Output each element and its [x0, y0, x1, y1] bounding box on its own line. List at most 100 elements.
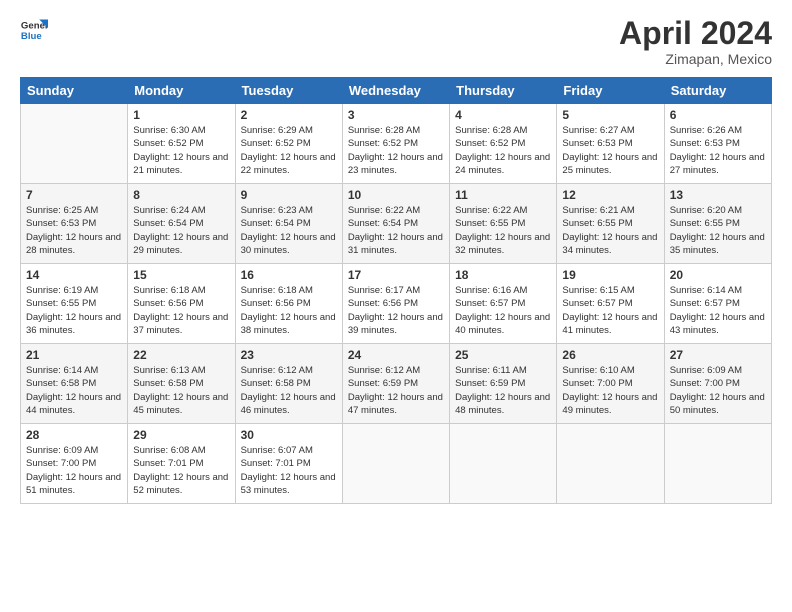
day-number: 14 [26, 268, 122, 282]
col-wednesday: Wednesday [342, 78, 449, 104]
day-number: 4 [455, 108, 551, 122]
day-daylight: Daylight: 12 hours and 46 minutes. [241, 392, 336, 416]
calendar-week-row: 1 Sunrise: 6:30 AM Sunset: 6:52 PM Dayli… [21, 104, 772, 184]
table-row: 1 Sunrise: 6:30 AM Sunset: 6:52 PM Dayli… [128, 104, 235, 184]
day-sunrise: Sunrise: 6:07 AM [241, 445, 313, 456]
day-number: 3 [348, 108, 444, 122]
day-sunrise: Sunrise: 6:18 AM [241, 285, 313, 296]
location: Zimapan, Mexico [619, 51, 772, 67]
day-daylight: Daylight: 12 hours and 50 minutes. [670, 392, 765, 416]
table-row: 12 Sunrise: 6:21 AM Sunset: 6:55 PM Dayl… [557, 184, 664, 264]
table-row: 9 Sunrise: 6:23 AM Sunset: 6:54 PM Dayli… [235, 184, 342, 264]
day-sunset: Sunset: 6:52 PM [133, 138, 203, 149]
day-daylight: Daylight: 12 hours and 22 minutes. [241, 152, 336, 176]
day-number: 7 [26, 188, 122, 202]
day-sunrise: Sunrise: 6:19 AM [26, 285, 98, 296]
table-row: 30 Sunrise: 6:07 AM Sunset: 7:01 PM Dayl… [235, 424, 342, 504]
day-daylight: Daylight: 12 hours and 31 minutes. [348, 232, 443, 256]
day-daylight: Daylight: 12 hours and 25 minutes. [562, 152, 657, 176]
table-row: 15 Sunrise: 6:18 AM Sunset: 6:56 PM Dayl… [128, 264, 235, 344]
day-sunrise: Sunrise: 6:28 AM [348, 125, 420, 136]
day-daylight: Daylight: 12 hours and 36 minutes. [26, 312, 121, 336]
logo-icon: General Blue [20, 16, 48, 44]
day-number: 25 [455, 348, 551, 362]
day-daylight: Daylight: 12 hours and 35 minutes. [670, 232, 765, 256]
day-number: 9 [241, 188, 337, 202]
table-row: 18 Sunrise: 6:16 AM Sunset: 6:57 PM Dayl… [450, 264, 557, 344]
day-number: 10 [348, 188, 444, 202]
calendar-header-row: Sunday Monday Tuesday Wednesday Thursday… [21, 78, 772, 104]
day-sunrise: Sunrise: 6:27 AM [562, 125, 634, 136]
day-daylight: Daylight: 12 hours and 47 minutes. [348, 392, 443, 416]
day-sunrise: Sunrise: 6:13 AM [133, 365, 205, 376]
day-sunset: Sunset: 6:59 PM [348, 378, 418, 389]
table-row: 29 Sunrise: 6:08 AM Sunset: 7:01 PM Dayl… [128, 424, 235, 504]
day-daylight: Daylight: 12 hours and 52 minutes. [133, 472, 228, 496]
day-sunset: Sunset: 7:01 PM [241, 458, 311, 469]
svg-text:Blue: Blue [21, 31, 42, 42]
day-sunrise: Sunrise: 6:17 AM [348, 285, 420, 296]
day-sunset: Sunset: 6:57 PM [670, 298, 740, 309]
day-daylight: Daylight: 12 hours and 30 minutes. [241, 232, 336, 256]
day-sunset: Sunset: 6:53 PM [26, 218, 96, 229]
table-row: 25 Sunrise: 6:11 AM Sunset: 6:59 PM Dayl… [450, 344, 557, 424]
day-number: 21 [26, 348, 122, 362]
day-sunrise: Sunrise: 6:20 AM [670, 205, 742, 216]
day-sunrise: Sunrise: 6:24 AM [133, 205, 205, 216]
table-row: 11 Sunrise: 6:22 AM Sunset: 6:55 PM Dayl… [450, 184, 557, 264]
logo: General Blue [20, 16, 48, 44]
day-daylight: Daylight: 12 hours and 28 minutes. [26, 232, 121, 256]
day-sunrise: Sunrise: 6:25 AM [26, 205, 98, 216]
day-sunset: Sunset: 6:58 PM [26, 378, 96, 389]
day-number: 5 [562, 108, 658, 122]
day-sunrise: Sunrise: 6:23 AM [241, 205, 313, 216]
day-number: 20 [670, 268, 766, 282]
day-daylight: Daylight: 12 hours and 51 minutes. [26, 472, 121, 496]
calendar-week-row: 21 Sunrise: 6:14 AM Sunset: 6:58 PM Dayl… [21, 344, 772, 424]
day-sunrise: Sunrise: 6:22 AM [348, 205, 420, 216]
day-sunrise: Sunrise: 6:21 AM [562, 205, 634, 216]
day-sunrise: Sunrise: 6:10 AM [562, 365, 634, 376]
month-year: April 2024 [619, 16, 772, 51]
table-row: 26 Sunrise: 6:10 AM Sunset: 7:00 PM Dayl… [557, 344, 664, 424]
day-daylight: Daylight: 12 hours and 48 minutes. [455, 392, 550, 416]
col-friday: Friday [557, 78, 664, 104]
day-sunset: Sunset: 7:00 PM [670, 378, 740, 389]
day-daylight: Daylight: 12 hours and 39 minutes. [348, 312, 443, 336]
table-row: 23 Sunrise: 6:12 AM Sunset: 6:58 PM Dayl… [235, 344, 342, 424]
day-daylight: Daylight: 12 hours and 23 minutes. [348, 152, 443, 176]
table-row [664, 424, 771, 504]
table-row: 13 Sunrise: 6:20 AM Sunset: 6:55 PM Dayl… [664, 184, 771, 264]
day-number: 13 [670, 188, 766, 202]
day-number: 1 [133, 108, 229, 122]
day-number: 18 [455, 268, 551, 282]
day-sunrise: Sunrise: 6:14 AM [670, 285, 742, 296]
day-number: 8 [133, 188, 229, 202]
day-daylight: Daylight: 12 hours and 24 minutes. [455, 152, 550, 176]
day-sunrise: Sunrise: 6:11 AM [455, 365, 527, 376]
day-sunrise: Sunrise: 6:16 AM [455, 285, 527, 296]
table-row: 20 Sunrise: 6:14 AM Sunset: 6:57 PM Dayl… [664, 264, 771, 344]
day-sunrise: Sunrise: 6:26 AM [670, 125, 742, 136]
day-sunrise: Sunrise: 6:09 AM [670, 365, 742, 376]
day-sunrise: Sunrise: 6:28 AM [455, 125, 527, 136]
day-daylight: Daylight: 12 hours and 41 minutes. [562, 312, 657, 336]
day-sunset: Sunset: 7:00 PM [26, 458, 96, 469]
table-row: 6 Sunrise: 6:26 AM Sunset: 6:53 PM Dayli… [664, 104, 771, 184]
title-block: April 2024 Zimapan, Mexico [619, 16, 772, 67]
table-row: 3 Sunrise: 6:28 AM Sunset: 6:52 PM Dayli… [342, 104, 449, 184]
col-thursday: Thursday [450, 78, 557, 104]
table-row [21, 104, 128, 184]
table-row: 24 Sunrise: 6:12 AM Sunset: 6:59 PM Dayl… [342, 344, 449, 424]
calendar-week-row: 14 Sunrise: 6:19 AM Sunset: 6:55 PM Dayl… [21, 264, 772, 344]
table-row: 19 Sunrise: 6:15 AM Sunset: 6:57 PM Dayl… [557, 264, 664, 344]
day-daylight: Daylight: 12 hours and 40 minutes. [455, 312, 550, 336]
day-sunrise: Sunrise: 6:30 AM [133, 125, 205, 136]
day-daylight: Daylight: 12 hours and 29 minutes. [133, 232, 228, 256]
day-daylight: Daylight: 12 hours and 45 minutes. [133, 392, 228, 416]
table-row: 21 Sunrise: 6:14 AM Sunset: 6:58 PM Dayl… [21, 344, 128, 424]
day-sunset: Sunset: 6:55 PM [26, 298, 96, 309]
day-number: 27 [670, 348, 766, 362]
header: General Blue April 2024 Zimapan, Mexico [20, 16, 772, 67]
day-sunset: Sunset: 6:58 PM [241, 378, 311, 389]
